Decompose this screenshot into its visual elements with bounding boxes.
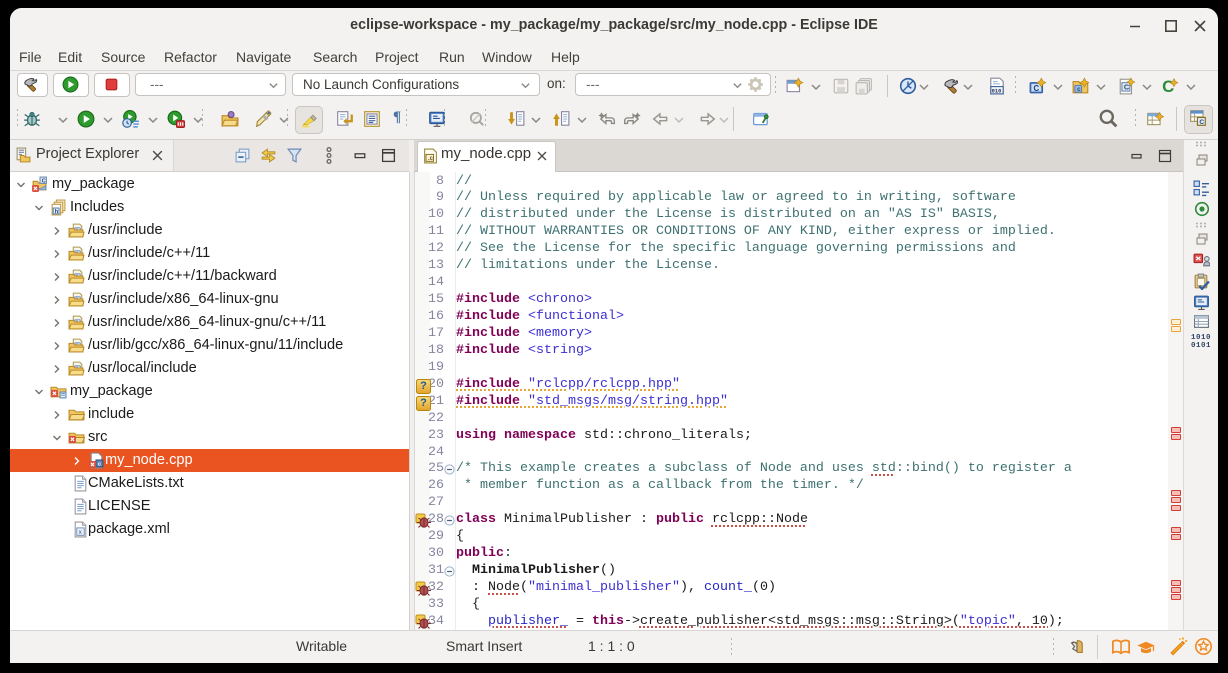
svg-text:010: 010 [992,88,1002,94]
svg-text:C: C [1124,82,1130,91]
svg-text:C: C [1199,119,1204,126]
svg-text:C: C [1162,77,1174,95]
svg-text:C: C [1034,84,1040,93]
svg-text:h: h [55,208,59,214]
svg-text:c: c [1077,86,1081,93]
svg-text:.c: .c [428,156,434,162]
